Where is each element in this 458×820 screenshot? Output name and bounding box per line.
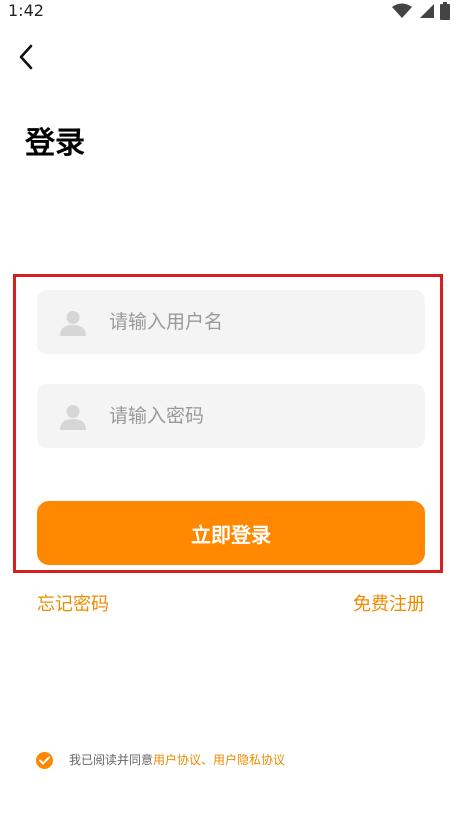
agreement-separator: 、 [201, 753, 214, 767]
agreement-checkbox[interactable] [36, 751, 53, 769]
username-input[interactable] [109, 290, 409, 354]
user-icon [60, 311, 86, 336]
agreement-row: 我已阅读并同意 用户协议 、 用户隐私协议 [36, 750, 285, 770]
password-field[interactable] [37, 384, 425, 448]
forgot-password-link[interactable]: 忘记密码 [37, 592, 109, 618]
chevron-left-icon [19, 44, 33, 70]
username-field[interactable] [37, 290, 425, 354]
register-link[interactable]: 免费注册 [353, 592, 425, 618]
check-icon [39, 756, 50, 764]
battery-icon [440, 2, 450, 20]
agreement-prefix: 我已阅读并同意 [69, 753, 154, 767]
back-button[interactable] [14, 44, 38, 70]
signal-icon [420, 4, 434, 18]
user-agreement-link[interactable]: 用户协议 [153, 750, 201, 770]
status-icons [392, 2, 450, 20]
login-button[interactable]: 立即登录 [37, 501, 425, 565]
user-icon [60, 405, 86, 430]
password-input[interactable] [109, 384, 409, 448]
status-bar: 1:42 [0, 0, 458, 24]
privacy-agreement-link[interactable]: 用户隐私协议 [213, 750, 285, 770]
page-title: 登录 [25, 126, 85, 161]
wifi-icon [392, 3, 412, 18]
status-time: 1:42 [8, 1, 44, 20]
